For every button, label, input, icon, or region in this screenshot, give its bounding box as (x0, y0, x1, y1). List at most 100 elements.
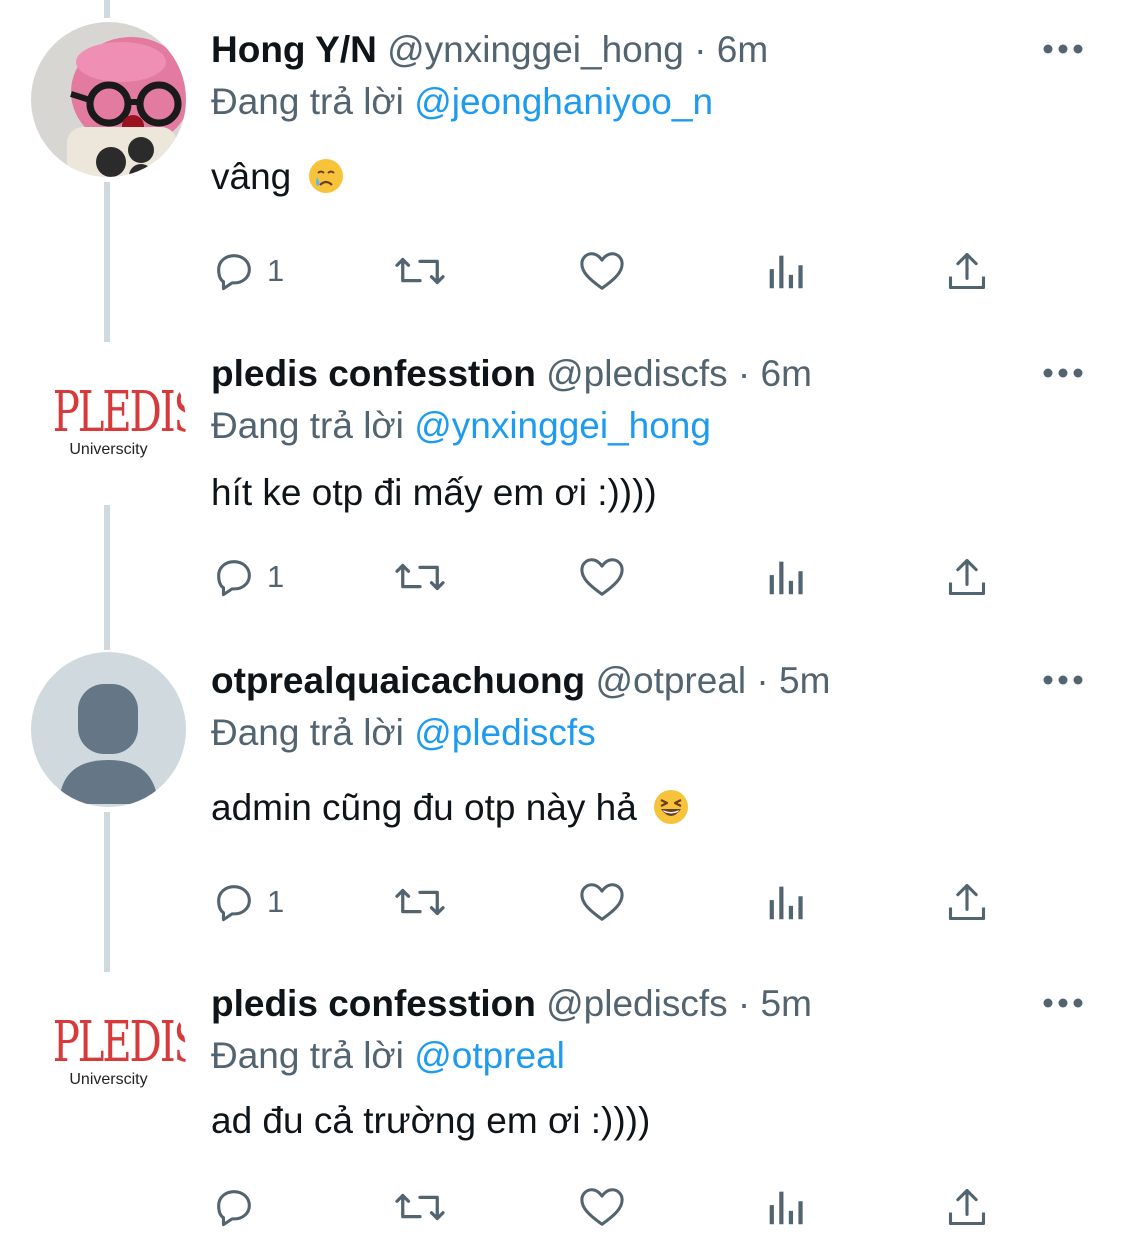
tweet-actions: 1 (211, 245, 1011, 297)
replying-to: Đang trả lời @ynxinggei_hong (211, 404, 711, 448)
views-button[interactable] (765, 876, 805, 928)
more-icon[interactable] (1040, 988, 1086, 1018)
more-icon[interactable] (1040, 34, 1086, 64)
tweet-text-content: admin cũng đu otp này hả (211, 787, 637, 828)
timestamp[interactable]: 6m (761, 353, 812, 394)
share-button[interactable] (945, 876, 989, 928)
display-name[interactable]: pledis confesstion (211, 353, 536, 394)
separator: · (737, 353, 751, 394)
tweet-actions: 1 (211, 551, 1011, 603)
avatar[interactable] (31, 652, 186, 807)
avatar[interactable] (31, 22, 186, 177)
logo-sub: Universcity (69, 1071, 148, 1088)
avatar[interactable]: PLEDIS Universcity (31, 975, 186, 1130)
like-button[interactable] (577, 551, 627, 603)
timestamp[interactable]: 6m (717, 29, 768, 70)
handle[interactable]: @plediscfs (546, 983, 728, 1024)
tweet[interactable]: Hong Y/N @ynxinggei_hong · 6m Đang trả l… (0, 0, 1125, 330)
tweet-header: pledis confesstion @plediscfs · 6m (211, 352, 1025, 396)
reply-button[interactable]: 1 (211, 876, 284, 928)
views-button[interactable] (765, 551, 805, 603)
crying-face-icon (308, 159, 343, 193)
timestamp[interactable]: 5m (761, 983, 812, 1024)
reply-icon (217, 560, 251, 597)
retweet-button[interactable] (391, 1181, 449, 1233)
retweet-button[interactable] (391, 876, 449, 928)
like-button[interactable] (577, 1181, 627, 1233)
reply-prefix: Đang trả lời (211, 1035, 404, 1076)
handle[interactable]: @otpreal (595, 660, 746, 701)
separator: · (756, 660, 769, 701)
reply-mention[interactable]: @jeonghaniyoo_n (414, 81, 713, 122)
reply-mention[interactable]: @otpreal (414, 1035, 565, 1076)
more-icon[interactable] (1040, 665, 1086, 695)
tweet[interactable]: PLEDIS Universcity pledis confesstion @p… (0, 975, 1125, 1245)
replying-to: Đang trả lời @jeonghaniyoo_n (211, 80, 713, 124)
like-icon (580, 252, 624, 290)
tweet-header: otprealquaicachuong @otpreal · 5m (211, 659, 1025, 703)
tweet-header: pledis confesstion @plediscfs · 5m (211, 982, 1025, 1026)
retweet-icon (395, 563, 445, 591)
share-button[interactable] (945, 1181, 989, 1233)
separator: · (694, 29, 707, 70)
tweet[interactable]: PLEDIS Universcity pledis confesstion @p… (0, 345, 1125, 645)
retweet-button[interactable] (391, 551, 449, 603)
reply-icon (217, 1190, 251, 1227)
tweet-text: vâng (211, 155, 344, 199)
like-button[interactable] (577, 245, 627, 297)
retweet-icon (395, 1193, 445, 1221)
handle[interactable]: @plediscfs (546, 353, 728, 394)
pledis-logo: PLEDIS Universcity (31, 975, 186, 1130)
views-icon (769, 1191, 803, 1225)
share-icon (948, 883, 986, 921)
handle[interactable]: @ynxinggei_hong (387, 29, 684, 70)
retweet-icon (395, 888, 445, 916)
share-button[interactable] (945, 551, 989, 603)
logo-word: PLEDIS (52, 380, 186, 445)
tweet-text: admin cũng đu otp này hả (211, 786, 689, 830)
pink-plush-avatar-image (31, 22, 186, 177)
reply-button[interactable] (211, 1181, 267, 1233)
views-icon (769, 561, 803, 595)
tweet-text: hít ke otp đi mấy em ơi :)))) (211, 471, 657, 515)
reply-mention[interactable]: @plediscfs (414, 712, 596, 753)
tweet[interactable]: otprealquaicachuong @otpreal · 5m Đang t… (0, 652, 1125, 972)
retweet-button[interactable] (391, 245, 449, 297)
like-icon (580, 1188, 624, 1226)
display-name[interactable]: pledis confesstion (211, 983, 536, 1024)
views-icon (769, 255, 803, 289)
reply-count: 1 (267, 253, 285, 288)
tweet-header: Hong Y/N @ynxinggei_hong · 6m (211, 28, 1025, 72)
reply-mention[interactable]: @ynxinggei_hong (414, 405, 711, 446)
share-icon (948, 252, 986, 290)
reply-prefix: Đang trả lời (211, 81, 404, 122)
like-button[interactable] (577, 876, 627, 928)
reply-button[interactable]: 1 (211, 551, 284, 603)
views-button[interactable] (765, 245, 805, 297)
avatar[interactable]: PLEDIS Universcity (31, 345, 186, 500)
pledis-logo: PLEDIS Universcity (31, 345, 186, 500)
reply-count: 1 (267, 559, 285, 594)
display-name[interactable]: otprealquaicachuong (211, 660, 585, 701)
tweet-text: ad đu cả trường em ơi :)))) (211, 1099, 650, 1143)
reply-count: 1 (267, 884, 285, 919)
tweet-text-content: hít ke otp đi mấy em ơi :)))) (211, 472, 657, 513)
replying-to: Đang trả lời @plediscfs (211, 711, 596, 755)
share-button[interactable] (945, 245, 989, 297)
share-icon (948, 1188, 986, 1226)
timestamp[interactable]: 5m (779, 660, 830, 701)
like-icon (580, 883, 624, 921)
reply-prefix: Đang trả lời (211, 712, 404, 753)
share-icon (948, 558, 986, 596)
logo-word: PLEDIS (52, 1010, 186, 1075)
tweet-actions: 1 (211, 876, 1011, 928)
logo-sub: Universcity (69, 441, 148, 458)
display-name[interactable]: Hong Y/N (211, 29, 377, 70)
grinning-squinting-face-icon (654, 790, 689, 824)
more-icon[interactable] (1040, 358, 1086, 388)
views-button[interactable] (765, 1181, 805, 1233)
reply-prefix: Đang trả lời (211, 405, 404, 446)
reply-button[interactable]: 1 (211, 245, 284, 297)
separator: · (737, 983, 751, 1024)
views-icon (769, 886, 803, 920)
